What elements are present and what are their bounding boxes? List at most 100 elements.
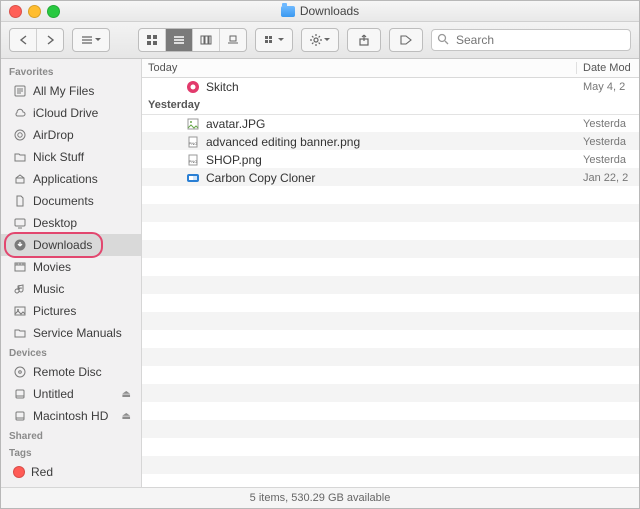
sidebar-item-label: Red bbox=[31, 465, 53, 479]
cloud-icon bbox=[13, 106, 27, 120]
sidebar-item-label: Service Manuals bbox=[33, 326, 122, 340]
sidebar-item-airdrop[interactable]: AirDrop bbox=[1, 124, 141, 146]
file-list[interactable]: SkitchMay 4, 2Yesterdayavatar.JPGYesterd… bbox=[142, 78, 639, 487]
finder-window: Downloads bbox=[0, 0, 640, 509]
sidebar-item-remote-disc[interactable]: Remote Disc bbox=[1, 361, 141, 383]
list-lines-icon bbox=[81, 35, 93, 45]
gear-icon bbox=[310, 34, 322, 46]
file-row[interactable]: avatar.JPGYesterda bbox=[142, 115, 639, 133]
group-dropdown[interactable] bbox=[72, 28, 110, 52]
sidebar-item-label: AirDrop bbox=[33, 128, 74, 142]
icon-view-button[interactable] bbox=[139, 29, 166, 51]
zoom-window-button[interactable] bbox=[47, 5, 60, 18]
file-row[interactable]: PNG SHOP.pngYesterda bbox=[142, 151, 639, 169]
status-text: 5 items, 530.29 GB available bbox=[250, 492, 391, 504]
sidebar-item-label: Documents bbox=[33, 194, 94, 208]
chevron-right-icon bbox=[46, 35, 55, 45]
sidebar-item-label: Pictures bbox=[33, 304, 76, 318]
sidebar-item-macintosh-hd[interactable]: Macintosh HD ⏏ bbox=[1, 405, 141, 427]
file-row[interactable]: PNG advanced editing banner.pngYesterda bbox=[142, 133, 639, 151]
file-date: Jan 22, 2 bbox=[577, 172, 639, 184]
sidebar-tag-red[interactable]: Red bbox=[1, 461, 141, 483]
file-name: advanced editing banner.png bbox=[206, 135, 577, 149]
chevron-down-icon bbox=[324, 38, 330, 42]
titlebar: Downloads bbox=[1, 1, 639, 22]
file-row[interactable]: Carbon Copy ClonerJan 22, 2 bbox=[142, 169, 639, 187]
sidebar-item-documents[interactable]: Documents bbox=[1, 190, 141, 212]
eject-icon[interactable]: ⏏ bbox=[122, 411, 131, 422]
ccc-icon bbox=[186, 171, 200, 185]
file-name: SHOP.png bbox=[206, 153, 577, 167]
grid-icon bbox=[146, 34, 158, 46]
list-icon bbox=[173, 35, 185, 45]
column-header-name[interactable]: Today bbox=[142, 62, 577, 74]
sidebar-item-untitled[interactable]: Untitled⏏ bbox=[1, 383, 141, 405]
applications-icon bbox=[13, 172, 27, 186]
chevron-down-icon bbox=[278, 38, 284, 42]
share-button[interactable] bbox=[347, 28, 381, 52]
file-date: May 4, 2 bbox=[577, 81, 639, 93]
folder-icon bbox=[281, 6, 295, 17]
minimize-window-button[interactable] bbox=[28, 5, 41, 18]
coverflow-view-button[interactable] bbox=[220, 29, 246, 51]
sidebar-item-pictures[interactable]: Pictures bbox=[1, 300, 141, 322]
remote-disc-icon bbox=[13, 365, 27, 379]
png-icon: PNG bbox=[186, 153, 200, 167]
documents-icon bbox=[13, 194, 27, 208]
svg-text:PNG: PNG bbox=[189, 141, 198, 146]
tag-icon bbox=[400, 35, 412, 45]
sidebar-section-tags: Tags bbox=[1, 444, 141, 461]
image-icon bbox=[186, 117, 200, 131]
disk-icon bbox=[13, 409, 27, 423]
window-body: Favorites All My FilesiCloud DriveAirDro… bbox=[1, 59, 639, 487]
window-title-text: Downloads bbox=[300, 4, 359, 18]
pictures-icon bbox=[13, 304, 27, 318]
close-window-button[interactable] bbox=[9, 5, 22, 18]
tag-color-icon bbox=[13, 466, 25, 478]
eject-icon[interactable]: ⏏ bbox=[122, 389, 131, 400]
sidebar-item-nick-stuff[interactable]: Nick Stuff bbox=[1, 146, 141, 168]
column-view-button[interactable] bbox=[193, 29, 220, 51]
sidebar-item-music[interactable]: Music bbox=[1, 278, 141, 300]
sidebar-item-icloud-drive[interactable]: iCloud Drive bbox=[1, 102, 141, 124]
sidebar-item-applications[interactable]: Applications bbox=[1, 168, 141, 190]
group-header: Yesterday bbox=[142, 96, 639, 115]
file-row[interactable]: SkitchMay 4, 2 bbox=[142, 78, 639, 96]
sidebar-item-desktop[interactable]: Desktop bbox=[1, 212, 141, 234]
sidebar-item-all-my-files[interactable]: All My Files bbox=[1, 80, 141, 102]
tags-button[interactable] bbox=[389, 28, 423, 52]
movies-icon bbox=[13, 260, 27, 274]
coverflow-icon bbox=[227, 35, 239, 45]
view-mode-buttons bbox=[138, 28, 247, 52]
chevron-down-icon bbox=[95, 38, 101, 42]
back-button[interactable] bbox=[10, 29, 37, 51]
sidebar-item-service-manuals[interactable]: Service Manuals bbox=[1, 322, 141, 344]
file-date: Yesterda bbox=[577, 136, 639, 148]
sidebar-item-movies[interactable]: Movies bbox=[1, 256, 141, 278]
status-bar: 5 items, 530.29 GB available bbox=[1, 487, 639, 508]
search-input[interactable] bbox=[431, 29, 631, 51]
sidebar-item-label: Movies bbox=[33, 260, 71, 274]
downloads-icon bbox=[13, 238, 27, 252]
sidebar: Favorites All My FilesiCloud DriveAirDro… bbox=[1, 59, 142, 487]
action-dropdown[interactable] bbox=[301, 28, 339, 52]
png-icon: PNG bbox=[186, 135, 200, 149]
sidebar-item-label: Downloads bbox=[33, 238, 92, 252]
sidebar-item-downloads[interactable]: Downloads bbox=[1, 234, 141, 256]
toolbar bbox=[1, 22, 639, 59]
sidebar-item-label: Music bbox=[33, 282, 64, 296]
column-header-date[interactable]: Date Mod bbox=[577, 62, 639, 74]
sidebar-item-label: Remote Disc bbox=[33, 365, 102, 379]
list-view-button[interactable] bbox=[166, 29, 193, 51]
search-field[interactable] bbox=[431, 29, 631, 51]
arrange-dropdown[interactable] bbox=[255, 28, 293, 52]
search-icon bbox=[437, 33, 449, 45]
sidebar-item-label: Macintosh HD bbox=[33, 409, 108, 423]
file-name: Skitch bbox=[206, 80, 577, 94]
folder-icon bbox=[13, 326, 27, 340]
forward-button[interactable] bbox=[37, 29, 63, 51]
sidebar-item-label: All My Files bbox=[33, 84, 94, 98]
file-date: Yesterda bbox=[577, 154, 639, 166]
window-controls bbox=[9, 5, 60, 18]
file-name: Carbon Copy Cloner bbox=[206, 171, 577, 185]
